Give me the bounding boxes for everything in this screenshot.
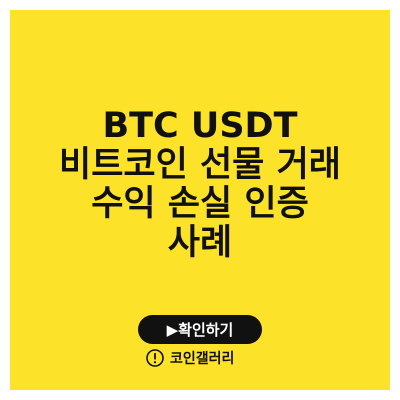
exclamation-circle-icon (146, 349, 164, 367)
source-credit: 코인갤러리 (146, 346, 234, 370)
page: BTC USDT 비트코인 선물 거래 수익 손실 인증 사례 ▶확인하기 코인… (0, 0, 400, 400)
headline-line-3: 수익 손실 인증 (91, 184, 309, 224)
source-label: 코인갤러리 (170, 351, 235, 367)
headline: BTC USDT 비트코인 선물 거래 수익 손실 인증 사례 (20, 107, 380, 263)
headline-line-2: 비트코인 선물 거래 (59, 145, 341, 185)
confirm-button[interactable]: ▶확인하기 (138, 315, 262, 344)
headline-line-4: 사례 (167, 223, 233, 263)
confirm-button-label: ▶확인하기 (166, 321, 234, 339)
headline-line-1: BTC USDT (102, 106, 298, 146)
